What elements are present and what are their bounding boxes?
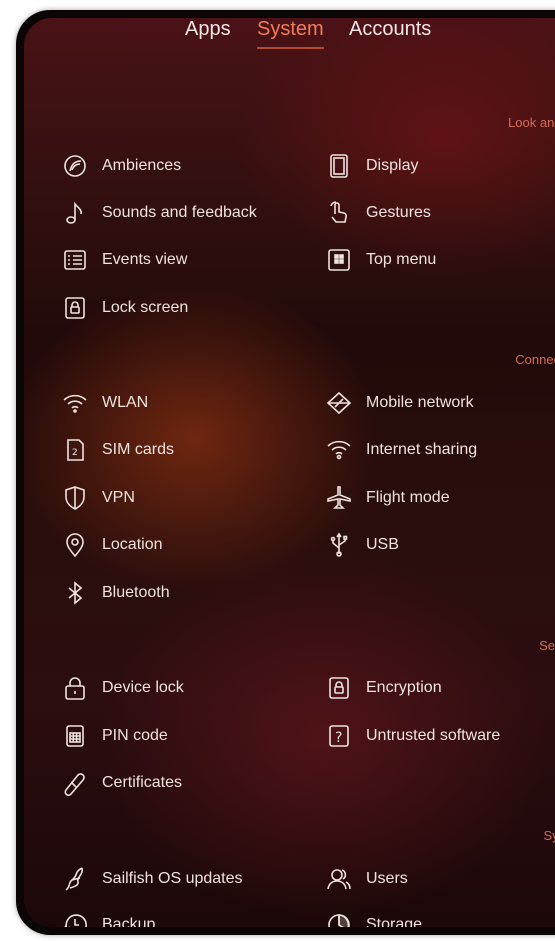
storage-pie-icon xyxy=(326,912,352,927)
encryption-icon xyxy=(326,675,352,701)
top-menu-label: Top menu xyxy=(366,251,437,268)
location-item[interactable]: Location xyxy=(62,532,163,558)
sailfish-icon xyxy=(62,866,88,892)
pin-code-icon xyxy=(62,723,88,749)
device-lock-item[interactable]: Device lock xyxy=(62,675,184,701)
question-box-icon: ? xyxy=(326,723,352,749)
lock-screen-label: Lock screen xyxy=(102,299,189,316)
bluetooth-label: Bluetooth xyxy=(102,584,170,601)
hotspot-icon xyxy=(326,437,352,463)
location-pin-icon xyxy=(62,532,88,558)
tab-system[interactable]: System xyxy=(257,18,324,49)
vpn-label: VPN xyxy=(102,489,135,506)
wlan-label: WLAN xyxy=(102,394,149,411)
wlan-item[interactable]: WLAN xyxy=(62,390,148,416)
untrusted-software-item[interactable]: ? Untrusted software xyxy=(326,723,500,749)
section-title-look-and-feel: Look and fe xyxy=(508,115,555,130)
lock-screen-icon xyxy=(62,295,88,321)
sim-cards-label: SIM cards xyxy=(102,441,175,458)
device-lock-label: Device lock xyxy=(102,679,184,696)
tab-apps[interactable]: Apps xyxy=(185,18,231,41)
mobile-network-item[interactable]: Mobile network xyxy=(326,390,474,416)
lock-screen-item[interactable]: Lock screen xyxy=(62,295,188,321)
flight-mode-label: Flight mode xyxy=(366,489,450,506)
users-item[interactable]: Users xyxy=(326,866,408,892)
certificate-icon xyxy=(62,770,88,796)
pin-code-label: PIN code xyxy=(102,727,168,744)
sim-cards-item[interactable]: 2 SIM cards xyxy=(62,437,174,463)
certificates-item[interactable]: Certificates xyxy=(62,770,182,796)
sounds-item[interactable]: Sounds and feedback xyxy=(62,200,257,226)
section-title-security: Securi xyxy=(539,638,555,653)
top-menu-icon xyxy=(326,247,352,273)
os-updates-label: Sailfish OS updates xyxy=(102,870,243,887)
encryption-label: Encryption xyxy=(366,679,442,696)
svg-text:2: 2 xyxy=(72,448,78,458)
bluetooth-icon xyxy=(62,580,88,606)
location-label: Location xyxy=(102,536,163,553)
svg-text:?: ? xyxy=(335,730,342,746)
display-icon xyxy=(326,153,352,179)
display-item[interactable]: Display xyxy=(326,153,418,179)
mobile-network-icon xyxy=(326,390,352,416)
internet-sharing-label: Internet sharing xyxy=(366,441,478,458)
users-icon xyxy=(326,866,352,892)
storage-label: Storage xyxy=(366,916,423,927)
section-title-connectivity: Connectivi xyxy=(515,352,555,367)
padlock-icon xyxy=(62,675,88,701)
backup-item[interactable]: Backup xyxy=(62,912,155,927)
events-list-icon xyxy=(62,247,88,273)
wifi-icon xyxy=(62,390,88,416)
settings-screen: Apps System Accounts Look and fe Ambienc… xyxy=(24,18,555,927)
tab-accounts[interactable]: Accounts xyxy=(349,18,431,41)
vpn-item[interactable]: VPN xyxy=(62,485,135,511)
events-view-item[interactable]: Events view xyxy=(62,247,187,273)
flight-mode-item[interactable]: Flight mode xyxy=(326,485,450,511)
pin-code-item[interactable]: PIN code xyxy=(62,723,168,749)
sounds-label: Sounds and feedback xyxy=(102,204,257,221)
music-note-icon xyxy=(62,200,88,226)
sim-card-icon: 2 xyxy=(62,437,88,463)
ambiences-icon xyxy=(62,153,88,179)
device-frame: Apps System Accounts Look and fe Ambienc… xyxy=(16,10,555,935)
encryption-item[interactable]: Encryption xyxy=(326,675,442,701)
display-label: Display xyxy=(366,157,419,174)
usb-label: USB xyxy=(366,536,399,553)
events-view-label: Events view xyxy=(102,251,188,268)
storage-item[interactable]: Storage xyxy=(326,912,422,927)
gestures-item[interactable]: Gestures xyxy=(326,200,431,226)
usb-icon xyxy=(326,532,352,558)
ambiences-item[interactable]: Ambiences xyxy=(62,153,181,179)
internet-sharing-item[interactable]: Internet sharing xyxy=(326,437,477,463)
ambiences-label: Ambiences xyxy=(102,157,182,174)
usb-item[interactable]: USB xyxy=(326,532,399,558)
untrusted-software-label: Untrusted software xyxy=(366,727,501,744)
backup-label: Backup xyxy=(102,916,156,927)
section-title-system: Syste xyxy=(543,828,555,843)
shield-icon xyxy=(62,485,88,511)
airplane-icon xyxy=(326,485,352,511)
users-label: Users xyxy=(366,870,408,887)
top-menu-item[interactable]: Top menu xyxy=(326,247,436,273)
certificates-label: Certificates xyxy=(102,774,183,791)
backup-icon xyxy=(62,912,88,927)
gestures-label: Gestures xyxy=(366,204,431,221)
gesture-hand-icon xyxy=(326,200,352,226)
os-updates-item[interactable]: Sailfish OS updates xyxy=(62,866,243,892)
mobile-network-label: Mobile network xyxy=(366,394,474,411)
bluetooth-item[interactable]: Bluetooth xyxy=(62,580,170,606)
